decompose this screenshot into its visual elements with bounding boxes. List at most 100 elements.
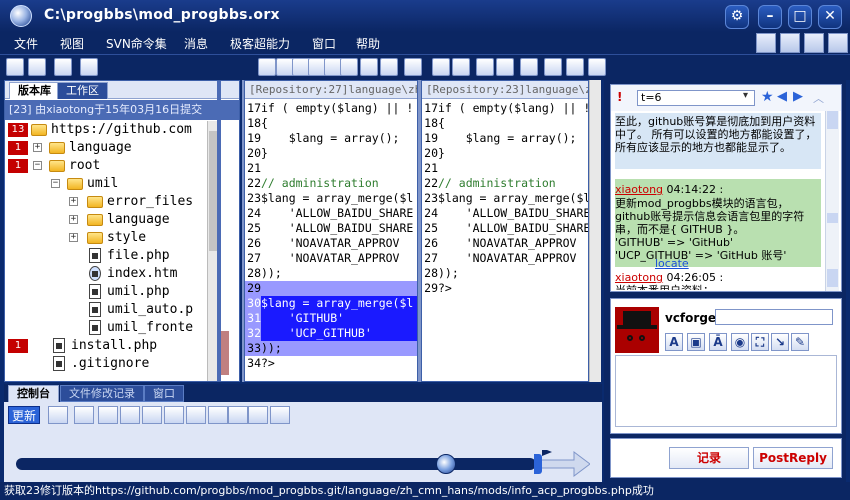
list-icon[interactable] bbox=[404, 58, 422, 76]
menu-file[interactable]: 文件 bbox=[14, 35, 38, 52]
tree-item-root-url[interactable]: 13 https://github.com bbox=[5, 121, 207, 139]
save-icon[interactable] bbox=[54, 58, 72, 76]
tree-scrollbar[interactable] bbox=[207, 121, 217, 381]
back-arrow-icon[interactable]: ◀ bbox=[777, 89, 787, 104]
sparkle-icon[interactable] bbox=[476, 58, 494, 76]
dock-pane-icon[interactable] bbox=[804, 33, 824, 53]
tree-item-file-php[interactable]: file.php bbox=[5, 247, 207, 265]
refresh-icon[interactable] bbox=[588, 58, 606, 76]
down-arrow-icon[interactable] bbox=[496, 58, 514, 76]
expand-icon[interactable]: + bbox=[33, 143, 42, 152]
chat-author-link[interactable]: xiaotong bbox=[615, 271, 663, 284]
screenshot-icon[interactable]: ⛶ bbox=[751, 333, 769, 351]
star-icon[interactable] bbox=[452, 58, 470, 76]
revision-slider-track[interactable] bbox=[16, 458, 536, 470]
tree-item-style[interactable]: + style bbox=[5, 229, 207, 247]
collapse-icon[interactable]: − bbox=[33, 161, 42, 170]
tree-item-umil[interactable]: − umil bbox=[5, 175, 207, 193]
menu-view[interactable]: 视图 bbox=[60, 35, 84, 52]
diff-pane-left[interactable]: [Repository:27]language\zh_cmn_ 17if ( e… bbox=[244, 80, 418, 382]
tree-item-root[interactable]: 1 − root bbox=[5, 157, 207, 175]
menu-svn[interactable]: SVN命令集 bbox=[106, 35, 167, 52]
network2-icon[interactable] bbox=[98, 406, 118, 424]
alert-icon[interactable]: ! bbox=[617, 90, 622, 104]
link-icon[interactable] bbox=[248, 406, 268, 424]
star-cluster-icon[interactable] bbox=[48, 406, 68, 424]
slider-end-arrow-icon[interactable] bbox=[534, 450, 590, 478]
dropdown-icon[interactable] bbox=[340, 58, 358, 76]
table-icon[interactable] bbox=[520, 58, 538, 76]
post-reply-button[interactable]: PostReply bbox=[753, 447, 833, 469]
tab-repository[interactable]: 版本库 bbox=[9, 82, 60, 99]
recipient-input[interactable] bbox=[715, 309, 833, 325]
expand-icon[interactable]: + bbox=[69, 233, 78, 242]
revision-slider-knob[interactable] bbox=[436, 454, 456, 474]
menu-geek[interactable]: 极客超能力 bbox=[230, 35, 290, 52]
layout-icon[interactable] bbox=[756, 33, 776, 53]
diff-icon[interactable] bbox=[360, 58, 378, 76]
tree-item-install-php[interactable]: 1 install.php bbox=[5, 337, 207, 355]
tree-item-gitignore[interactable]: .gitignore bbox=[5, 355, 207, 373]
menu-window[interactable]: 窗口 bbox=[312, 35, 336, 52]
text-style-icon[interactable]: Ā bbox=[709, 333, 727, 351]
network-icon[interactable] bbox=[74, 406, 94, 424]
network3-icon[interactable] bbox=[120, 406, 140, 424]
tree-item-umil-php[interactable]: umil.php bbox=[5, 283, 207, 301]
tab-workspace[interactable]: 工作区 bbox=[57, 82, 108, 99]
menu-messages[interactable]: 消息 bbox=[184, 35, 208, 52]
close-button[interactable]: ✕ bbox=[818, 5, 842, 29]
star-icon[interactable]: ★ bbox=[761, 89, 774, 105]
flag-icon[interactable] bbox=[228, 406, 248, 424]
color-w-icon[interactable] bbox=[258, 58, 276, 76]
tree-item-error-files[interactable]: + error_files bbox=[5, 193, 207, 211]
chevron-down-icon[interactable]: ▾ bbox=[743, 90, 748, 101]
tree-item-index-htm[interactable]: index.htm bbox=[5, 265, 207, 283]
tab-file-changes[interactable]: 文件修改记录 bbox=[60, 385, 144, 402]
network5-icon[interactable] bbox=[164, 406, 184, 424]
attach-icon[interactable]: ✎ bbox=[791, 333, 809, 351]
open-folder-icon[interactable] bbox=[6, 58, 24, 76]
restore-pane-icon[interactable] bbox=[780, 33, 800, 53]
tree-item-language[interactable]: 1 + language bbox=[5, 139, 207, 157]
message-textarea[interactable] bbox=[615, 355, 837, 427]
chat-filter-select[interactable]: t=6 bbox=[637, 90, 755, 106]
diff-scrollbar[interactable] bbox=[589, 80, 601, 382]
expand-icon[interactable]: + bbox=[69, 197, 78, 206]
pin-icon[interactable]: ↘ bbox=[771, 333, 789, 351]
tree-item-umil-auto[interactable]: umil_auto.p bbox=[5, 301, 207, 319]
compare-icon[interactable] bbox=[380, 58, 398, 76]
expand-icon[interactable]: + bbox=[69, 215, 78, 224]
diff-pane-right[interactable]: [Repository:23]language\zh_cmn_ 17if ( e… bbox=[421, 80, 589, 382]
settings-gear-icon[interactable]: ⚙ bbox=[725, 5, 749, 29]
tree-item-language-sub[interactable]: + language bbox=[5, 211, 207, 229]
image-icon[interactable]: ▣ bbox=[687, 333, 705, 351]
forward-arrow-icon[interactable]: ▶ bbox=[793, 89, 803, 104]
minimize-button[interactable]: – bbox=[758, 5, 782, 29]
filter-icon[interactable] bbox=[80, 58, 98, 76]
record-button[interactable]: 记录 bbox=[669, 447, 749, 469]
font-icon[interactable]: A bbox=[665, 333, 683, 351]
tab-window[interactable]: 窗口 bbox=[144, 385, 184, 402]
tab-console[interactable]: 控制台 bbox=[8, 385, 59, 402]
chat-author-link[interactable]: xiaotong bbox=[615, 183, 663, 196]
connect-icon[interactable] bbox=[186, 406, 206, 424]
maximize-button[interactable]: □ bbox=[788, 5, 812, 29]
close-pane-icon[interactable] bbox=[828, 33, 848, 53]
menu-help[interactable]: 帮助 bbox=[356, 35, 380, 52]
split-icon[interactable] bbox=[566, 58, 584, 76]
collapse-icon[interactable]: − bbox=[51, 179, 60, 188]
tree-item-umil-fronte[interactable]: umil_fronte bbox=[5, 319, 207, 337]
camera-icon[interactable]: ◉ bbox=[731, 333, 749, 351]
disconnect-icon[interactable] bbox=[208, 406, 228, 424]
panel-icon[interactable] bbox=[544, 58, 562, 76]
locate-link[interactable]: locate bbox=[655, 257, 850, 270]
browse-icon[interactable] bbox=[28, 58, 46, 76]
chat-scrollbar[interactable] bbox=[825, 111, 839, 291]
network4-icon[interactable] bbox=[142, 406, 162, 424]
scrollbar-thumb[interactable] bbox=[209, 131, 217, 251]
refresh-button[interactable]: 更新 bbox=[8, 406, 40, 424]
calendar-icon[interactable] bbox=[270, 406, 290, 424]
scroll-up-icon[interactable]: ︿ bbox=[813, 90, 824, 106]
code-line: 27 'NOAVATAR_APPROV bbox=[424, 251, 577, 265]
up-arrow-icon[interactable] bbox=[432, 58, 450, 76]
